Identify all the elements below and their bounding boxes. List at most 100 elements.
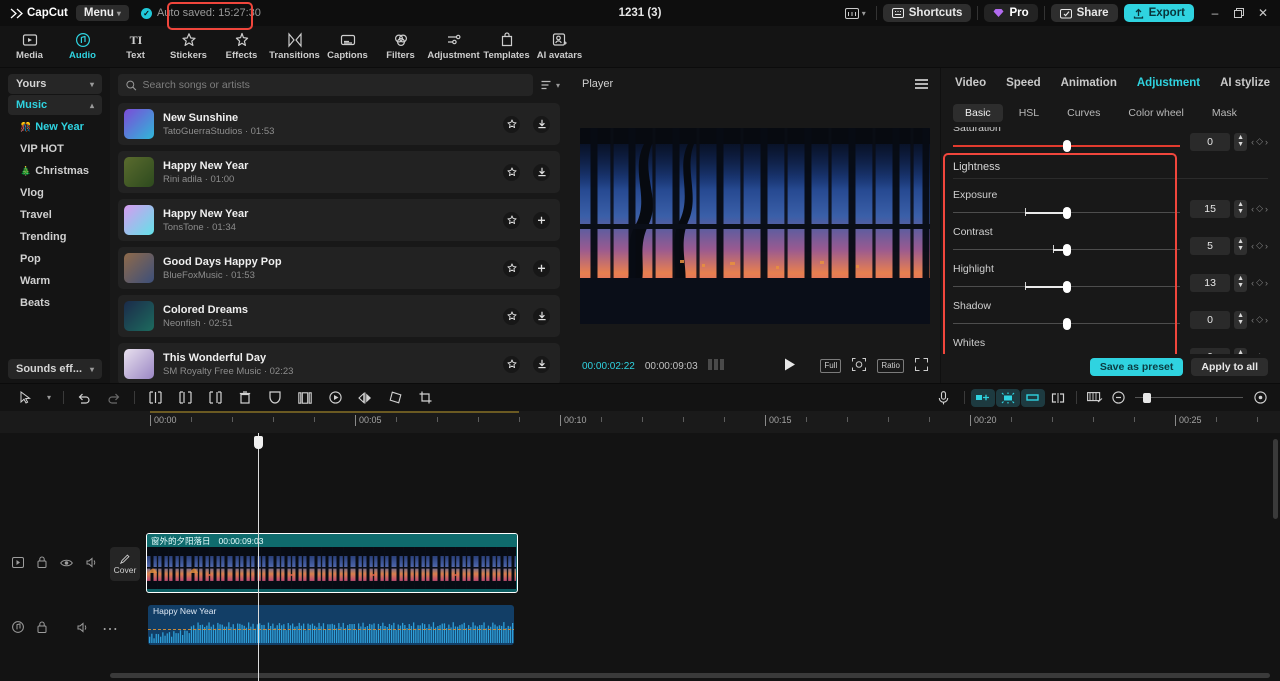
tool-tab-media[interactable]: Media [4, 27, 55, 67]
slider-track[interactable] [953, 318, 1180, 330]
reverse-button[interactable] [290, 387, 320, 409]
undo-button[interactable] [69, 387, 99, 409]
lock-audio-track-button[interactable] [37, 620, 47, 638]
stepper-button[interactable]: ▲▼ [1234, 133, 1247, 151]
value-input[interactable]: 0 [1190, 311, 1230, 329]
lock-track-button[interactable] [37, 555, 47, 573]
sidebar-item-christmas[interactable]: 🎄Christmas [8, 160, 102, 182]
apply-to-all-button[interactable]: Apply to all [1191, 358, 1268, 376]
song-list-item[interactable]: New SunshineTatoGuerraStudios · 01:53 [118, 103, 560, 145]
redo-button[interactable] [99, 387, 129, 409]
tool-tab-adjustment[interactable]: Adjustment [428, 27, 479, 67]
menu-button[interactable]: Menu ▾ [76, 5, 129, 21]
adjustment-subtab-basic[interactable]: Basic [953, 104, 1003, 122]
full-quality-button[interactable]: Full [820, 359, 841, 373]
stepper-button[interactable]: ▲▼ [1234, 348, 1247, 355]
sidebar-section-sound-effects[interactable]: Sounds eff... ▾ [8, 359, 102, 379]
song-list-item[interactable]: Happy New YearTonsTone · 01:34 [118, 199, 560, 241]
layout-switch-button[interactable]: ▾ [841, 6, 870, 21]
keyframe-controls[interactable]: ‹◇› [1251, 240, 1268, 251]
mute-track-button[interactable] [86, 555, 98, 573]
adjustment-subtab-mask[interactable]: Mask [1200, 104, 1249, 122]
sidebar-item-warm[interactable]: Warm [8, 270, 102, 292]
song-list-item[interactable]: This Wonderful DaySM Royalty Free Music … [118, 343, 560, 385]
keyframe-icon[interactable]: ◇ [1256, 136, 1263, 147]
tool-tab-filters[interactable]: Filters [375, 27, 426, 67]
zoom-fit-button[interactable] [852, 358, 866, 374]
song-list-item[interactable]: Good Days Happy PopBlueFoxMusic · 01:53 [118, 247, 560, 289]
tool-tab-ai-avatars[interactable]: AI avatars [534, 27, 585, 67]
tool-tab-effects[interactable]: Effects [216, 27, 267, 67]
favorite-button[interactable] [503, 260, 520, 277]
keyframe-icon[interactable]: ◇ [1256, 240, 1263, 251]
preview-thumbnails-button[interactable] [1083, 389, 1107, 407]
fullscreen-button[interactable] [915, 358, 928, 374]
stepper-button[interactable]: ▲▼ [1234, 237, 1247, 255]
keyframe-controls[interactable]: ‹◇› [1251, 314, 1268, 325]
video-clip[interactable]: 窗外的夕阳落日 00:00:09:03 [146, 533, 518, 593]
slider-knob[interactable] [1063, 207, 1071, 219]
frame-step-button[interactable] [708, 359, 724, 373]
crop-tool-button[interactable] [380, 387, 410, 409]
sidebar-item-beats[interactable]: Beats [8, 292, 102, 314]
pro-button[interactable]: Pro [984, 4, 1037, 22]
favorite-button[interactable] [503, 356, 520, 373]
sidebar-section-music[interactable]: Music ▴ [8, 95, 102, 115]
ratio-button[interactable]: Ratio [877, 359, 904, 373]
value-input[interactable]: 13 [1190, 274, 1230, 292]
playhead-handle[interactable] [254, 436, 263, 449]
timeline-horizontal-scrollbar[interactable] [110, 673, 1270, 678]
sidebar-item-travel[interactable]: Travel [8, 204, 102, 226]
trim-left-button[interactable] [170, 387, 200, 409]
export-button[interactable]: Export [1124, 4, 1194, 22]
inspector-tab-speed[interactable]: Speed [1006, 77, 1041, 89]
timeline-ruler[interactable]: 00:0000:0500:1000:1500:2000:25 [0, 411, 1280, 433]
delete-button[interactable] [230, 387, 260, 409]
shortcuts-button[interactable]: Shortcuts [883, 4, 972, 22]
link-clips-button[interactable] [1046, 389, 1070, 407]
select-tool-button[interactable] [10, 387, 40, 409]
keyframe-controls[interactable]: ‹◇› [1251, 203, 1268, 214]
sort-filter-button[interactable]: ▾ [541, 80, 560, 90]
favorite-button[interactable] [503, 212, 520, 229]
video-preview[interactable] [580, 128, 930, 324]
keyframe-controls[interactable]: ‹◇› [1251, 136, 1268, 147]
rotate-button[interactable] [320, 387, 350, 409]
freeze-button[interactable] [260, 387, 290, 409]
minimize-button[interactable]: – [1204, 3, 1226, 23]
slider-track[interactable] [953, 207, 1180, 219]
favorite-button[interactable] [503, 116, 520, 133]
search-box[interactable] [118, 74, 533, 96]
slider-knob[interactable] [1063, 318, 1071, 330]
keyframe-icon[interactable]: ◇ [1256, 351, 1263, 354]
hide-track-button[interactable] [60, 555, 73, 573]
search-input[interactable] [143, 79, 525, 91]
stepper-button[interactable]: ▲▼ [1234, 274, 1247, 292]
add-to-timeline-button[interactable] [533, 260, 550, 277]
adjustment-subtab-color-wheel[interactable]: Color wheel [1116, 104, 1195, 122]
inspector-tab-ai-stylize[interactable]: AI stylize [1220, 77, 1270, 89]
download-button[interactable] [533, 116, 550, 133]
download-button[interactable] [533, 164, 550, 181]
sidebar-section-yours[interactable]: Yours ▾ [8, 74, 102, 94]
playhead[interactable] [258, 433, 259, 681]
value-input[interactable]: 0 [1190, 133, 1230, 151]
play-button[interactable] [784, 358, 796, 374]
crop-button[interactable] [410, 387, 440, 409]
select-tool-dropdown[interactable]: ▾ [40, 387, 58, 409]
inspector-tab-animation[interactable]: Animation [1061, 77, 1117, 89]
keyframe-controls[interactable]: ‹◇› [1251, 351, 1268, 354]
auto-sync-center-button[interactable] [996, 389, 1020, 407]
inspector-tab-adjustment[interactable]: Adjustment [1137, 77, 1200, 89]
sidebar-item-pop[interactable]: Pop [8, 248, 102, 270]
value-input[interactable]: 15 [1190, 200, 1230, 218]
download-button[interactable] [533, 308, 550, 325]
auto-sync-left-button[interactable] [971, 389, 995, 407]
trim-right-button[interactable] [200, 387, 230, 409]
keyframe-icon[interactable]: ◇ [1256, 203, 1263, 214]
record-voiceover-button[interactable] [928, 387, 958, 409]
player-menu-button[interactable] [915, 79, 928, 89]
tool-tab-stickers[interactable]: Stickers [163, 27, 214, 67]
slider-track[interactable] [953, 244, 1180, 256]
tool-tab-transitions[interactable]: Transitions [269, 27, 320, 67]
